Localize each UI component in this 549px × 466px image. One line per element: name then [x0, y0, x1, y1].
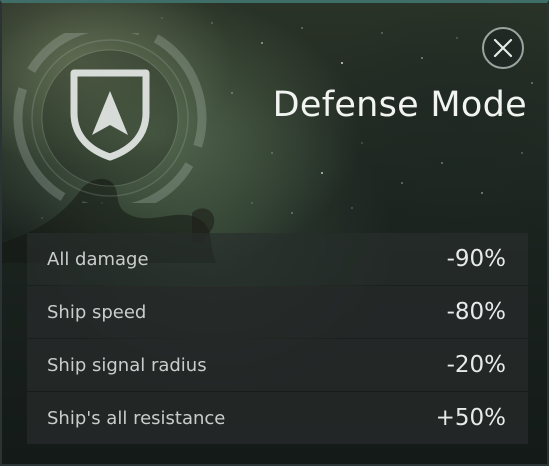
stat-row-signal-radius: Ship signal radius -20% — [27, 339, 528, 391]
mode-emblem — [13, 33, 207, 203]
close-icon — [482, 27, 524, 69]
stat-row-all-resistance: Ship's all resistance +50% — [27, 392, 528, 444]
stat-value: -90% — [446, 246, 506, 272]
defense-mode-dialog: Defense Mode All damage -90% Ship speed … — [0, 0, 549, 466]
stat-label: Ship signal radius — [47, 354, 207, 376]
stat-label: Ship speed — [47, 301, 147, 323]
stat-value: -80% — [446, 299, 506, 325]
stat-value: -20% — [446, 352, 506, 378]
stats-list: All damage -90% Ship speed -80% Ship sig… — [27, 233, 528, 445]
stat-row-ship-speed: Ship speed -80% — [27, 286, 528, 338]
stat-label: Ship's all resistance — [47, 407, 226, 429]
stat-label: All damage — [47, 248, 149, 270]
dialog-title: Defense Mode — [272, 85, 527, 125]
stat-value: +50% — [435, 405, 506, 431]
stat-row-all-damage: All damage -90% — [27, 233, 528, 285]
close-button[interactable] — [480, 25, 526, 71]
